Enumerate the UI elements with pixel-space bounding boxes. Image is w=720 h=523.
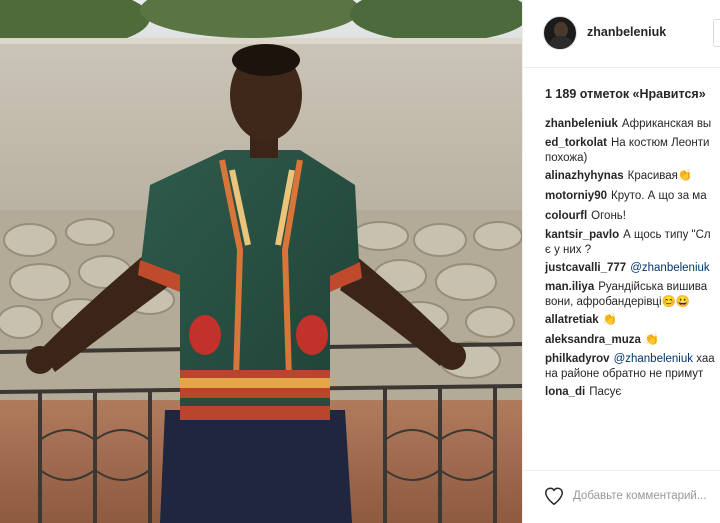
- comment-text-continued: є у них ?: [545, 244, 592, 256]
- comment: alinazhyhynas Красивая👏: [545, 168, 720, 188]
- comment: zhanbeleniuk Африканская вы: [545, 116, 720, 136]
- comment-text: Африканская вы: [621, 118, 712, 130]
- post-footer: [523, 470, 720, 523]
- comment-text: 👏: [644, 334, 660, 346]
- comment: ed_torkolat На костюм Леонти похожа): [545, 136, 720, 168]
- follow-button[interactable]: [713, 19, 720, 47]
- comment: kantsir_pavlo А щось типу "Сл є у них ?: [545, 228, 720, 260]
- comments-list: zhanbeleniuk Африканская вы ed_torkolat На…: [545, 116, 720, 404]
- comment: philkadyrov @zhanbeleniuk хаа на районе об…: [545, 352, 720, 384]
- comment: colourfl Огонь!: [545, 208, 720, 228]
- comment: justcavalli_777 @zhanbeleniuk: [545, 260, 720, 280]
- avatar[interactable]: [543, 16, 577, 50]
- comment: lona_di Пасує: [545, 384, 720, 404]
- comment-text: 👏: [602, 314, 618, 326]
- comment-username[interactable]: motorniy90: [545, 190, 607, 202]
- comment-username[interactable]: philkadyrov: [545, 353, 610, 365]
- post-header: zhanbeleniuk: [523, 0, 720, 68]
- comment-text-continued: вони, афробандерівці😊😀: [545, 296, 691, 308]
- comment: man.iliya Руандійська вишива вони, афробан…: [545, 280, 720, 312]
- comment-username[interactable]: colourfl: [545, 210, 587, 222]
- comment: allatretiak 👏: [545, 312, 720, 332]
- post-photo-image: [0, 0, 522, 523]
- comment-text-continued: похожа): [545, 152, 588, 164]
- comment-username[interactable]: justcavalli_777: [545, 262, 626, 274]
- comment-username[interactable]: aleksandra_muza: [545, 334, 641, 346]
- post-photo[interactable]: [0, 0, 522, 523]
- comment: aleksandra_muza 👏: [545, 332, 720, 352]
- comment-text: Красивая👏: [627, 170, 693, 182]
- comment-text: На костюм Леонти: [611, 137, 710, 149]
- comment-text: Круто. А що за ма: [611, 190, 707, 202]
- comment-text: Пасує: [589, 386, 622, 398]
- instagram-post: zhanbeleniuk 1 189 отметок «Нравится» zh…: [0, 0, 720, 523]
- comment-text: Руандійська вишива: [598, 281, 708, 293]
- comment-text: А щось типу "Сл: [623, 229, 711, 241]
- comment-username[interactable]: zhanbeleniuk: [545, 118, 618, 130]
- comment-username[interactable]: lona_di: [545, 386, 585, 398]
- avatar-body: [548, 36, 574, 49]
- comment-username[interactable]: kantsir_pavlo: [545, 229, 619, 241]
- comment-text: Огонь!: [591, 210, 626, 222]
- comment-mention-link[interactable]: @zhanbeleniuk: [630, 262, 709, 274]
- comment-username[interactable]: alinazhyhynas: [545, 170, 624, 182]
- comment-mention-link[interactable]: @zhanbeleniuk: [614, 353, 693, 365]
- post-sidebar: zhanbeleniuk 1 189 отметок «Нравится» zh…: [522, 0, 720, 523]
- comment: motorniy90 Круто. А що за ма: [545, 188, 720, 208]
- comment-username[interactable]: ed_torkolat: [545, 137, 607, 149]
- heart-icon[interactable]: [543, 485, 565, 507]
- comment-text: хаа: [696, 353, 715, 365]
- author-username-link[interactable]: zhanbeleniuk: [587, 25, 666, 39]
- comment-text-continued: на районе обратно не примут: [545, 368, 704, 380]
- add-comment-input[interactable]: [573, 486, 720, 506]
- comment-username[interactable]: allatretiak: [545, 314, 599, 326]
- comment-username[interactable]: man.iliya: [545, 281, 594, 293]
- likes-count[interactable]: 1 189 отметок «Нравится»: [545, 87, 706, 101]
